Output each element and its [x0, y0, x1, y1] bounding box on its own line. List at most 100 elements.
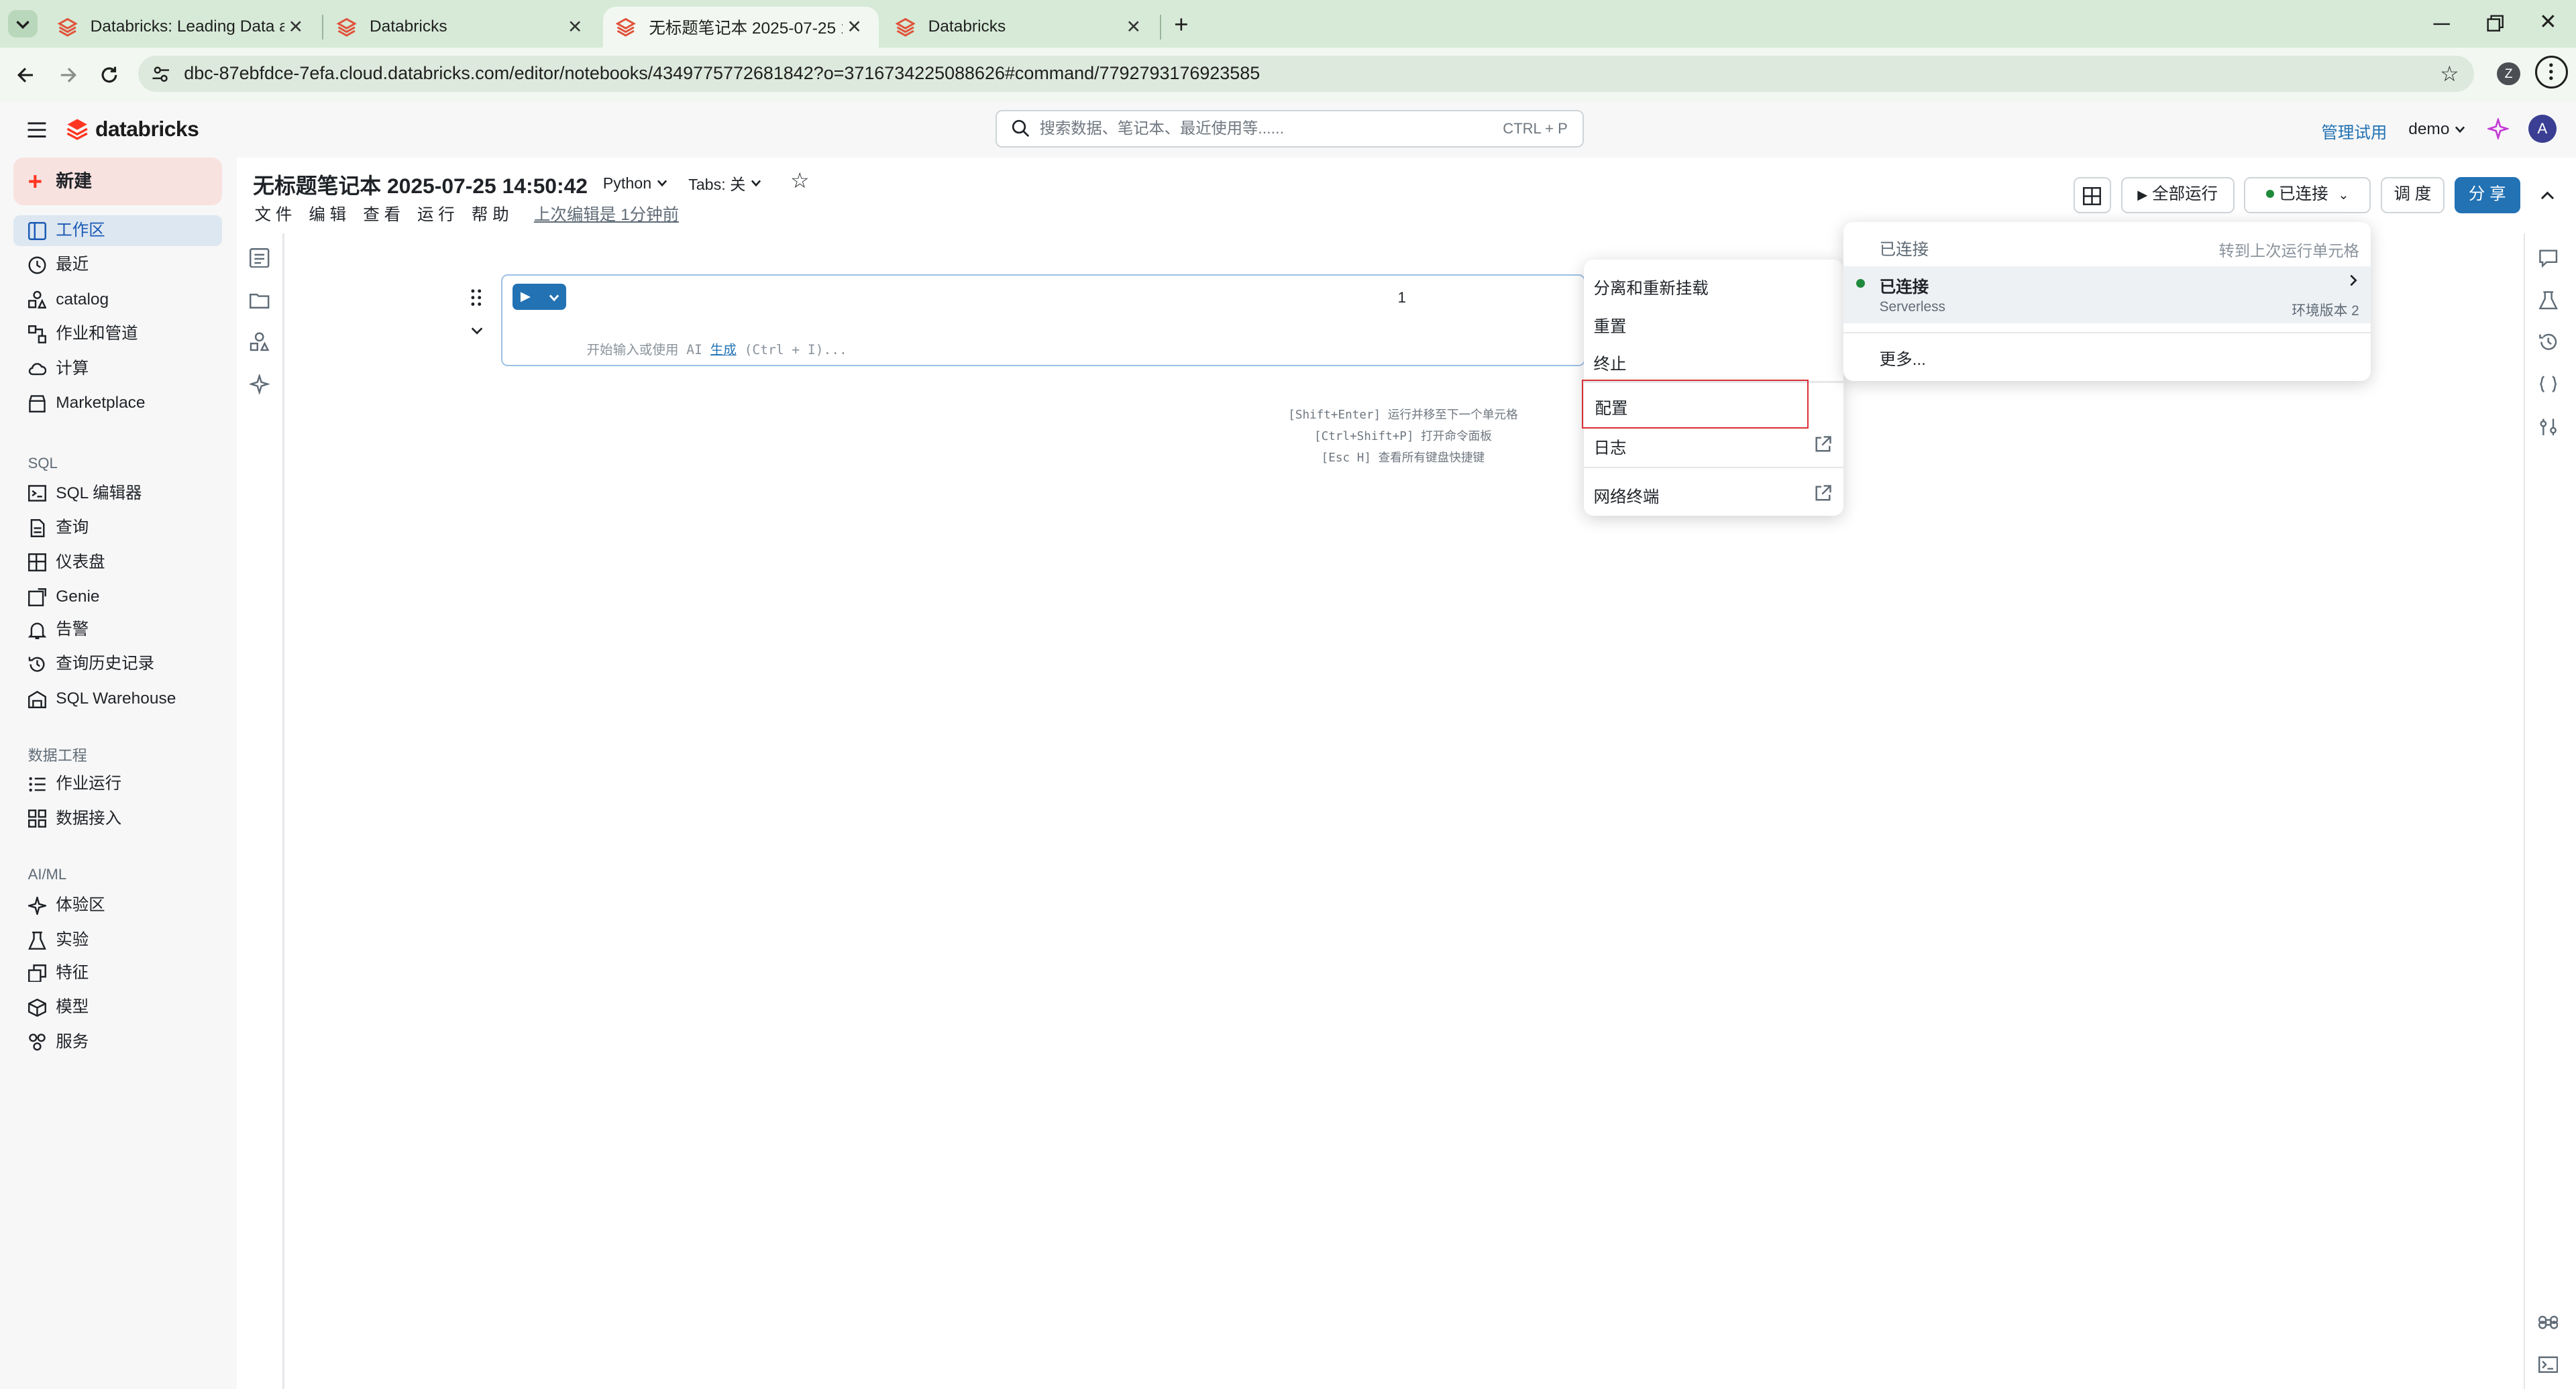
address-bar[interactable]: dbc-87ebfdce-7efa.cloud.databricks.com/e… — [138, 56, 2475, 93]
terminal-icon[interactable] — [2538, 1355, 2559, 1374]
user-avatar[interactable]: A — [2528, 115, 2557, 144]
drag-handle-icon[interactable] — [470, 288, 483, 307]
folder-icon[interactable] — [250, 290, 270, 310]
compute-connect-button[interactable]: 已连接 ⌄ — [2244, 177, 2371, 214]
sidebar-item-ml_items[interactable]: 模型 — [13, 992, 222, 1023]
sparkle-icon — [28, 897, 46, 915]
comment-icon[interactable] — [2538, 248, 2558, 268]
menu-file[interactable]: 文 件 — [255, 202, 292, 225]
compute-actions-menu: 分离和重新挂载 重置 终止 配置 日志 网络终端 — [1582, 259, 1843, 516]
cell-placeholder[interactable]: 开始输入或使用 AI 生成 (Ctrl + I)... — [555, 323, 847, 374]
admin-trial-link[interactable]: 管理试用 — [2321, 120, 2387, 144]
assistant-sparkle-icon[interactable] — [2487, 118, 2509, 140]
sidebar-item-items[interactable]: catalog — [13, 284, 222, 316]
catalog-shapes-icon[interactable] — [250, 332, 270, 351]
sidebar-item-de_items[interactable]: 数据接入 — [13, 803, 222, 835]
sidebar-item-label: 查询 — [56, 518, 89, 537]
layout-toggle-button[interactable] — [2073, 177, 2111, 214]
plus-icon[interactable]: + — [1168, 11, 1194, 38]
close-window-icon[interactable]: ✕ — [2536, 10, 2559, 33]
share-button[interactable]: 分 享 — [2454, 177, 2520, 214]
minimize-icon[interactable] — [2432, 13, 2451, 33]
menu-edit[interactable]: 编 辑 — [309, 202, 346, 225]
sidebar-item-ml_items[interactable]: 特征 — [13, 958, 222, 989]
menu-help[interactable]: 帮 助 — [472, 202, 509, 225]
sidebar-item-sql_items[interactable]: 仪表盘 — [13, 547, 222, 579]
menu-item-reset[interactable]: 重置 — [1594, 314, 1627, 337]
code-cell[interactable]: ▶ 1 开始输入或使用 AI 生成 (Ctrl + I)... — [500, 274, 1586, 367]
tabs-setting-selector[interactable]: Tabs: 关 — [684, 171, 769, 196]
back-icon[interactable] — [15, 64, 36, 86]
sidebar-item-sql_items[interactable]: 查询历史记录 — [13, 649, 222, 680]
sidebar-item-ml_items[interactable]: 体验区 — [13, 890, 222, 922]
notebook-title[interactable]: 无标题笔记本 2025-07-25 14:50:42 — [253, 169, 588, 200]
sidebar-item-ml_items[interactable]: 实验 — [13, 925, 222, 956]
environment-settings-icon[interactable] — [2538, 417, 2558, 437]
new-button[interactable]: + 新建 — [13, 158, 222, 206]
menu-item-configure[interactable]: 配置 — [1582, 379, 1809, 429]
global-search-input[interactable]: 搜索数据、笔记本、最近使用等...... CTRL + P — [996, 110, 1584, 148]
ai-generate-link[interactable]: 生成 — [710, 342, 737, 357]
assistant-icon[interactable] — [250, 374, 270, 394]
schedule-button[interactable]: 调 度 — [2380, 177, 2445, 214]
menu-item-logs[interactable]: 日志 — [1594, 435, 1627, 459]
sidebar-item-items[interactable]: 最近 — [13, 249, 222, 281]
more-compute-item[interactable]: 更多... — [1880, 347, 1926, 370]
site-info-icon[interactable] — [151, 64, 170, 84]
star-icon[interactable]: ☆ — [2438, 62, 2461, 85]
run-cell-button[interactable]: ▶ — [512, 284, 567, 311]
forward-icon[interactable] — [58, 64, 79, 86]
browser-tab-1[interactable]: Databricks: Leading Data and ✕ — [44, 7, 320, 48]
restore-icon[interactable] — [2485, 13, 2505, 33]
sidebar-item-items[interactable]: Marketplace — [13, 388, 222, 419]
variables-icon[interactable] — [2538, 374, 2558, 394]
sidebar-item-items[interactable]: 工作区 — [13, 215, 222, 247]
close-icon[interactable]: ✕ — [843, 17, 865, 38]
menu-view[interactable]: 查 看 — [363, 202, 400, 225]
profile-avatar[interactable]: Z — [2497, 62, 2520, 86]
favorite-star-icon[interactable]: ☆ — [790, 169, 810, 192]
tab-search-icon[interactable] — [8, 9, 38, 38]
sidebar-item-label: 模型 — [56, 998, 89, 1017]
last-edit-link[interactable]: 上次编辑是 1分钟前 — [534, 202, 679, 225]
table-of-contents-icon[interactable] — [250, 247, 270, 268]
menu-item-web-terminal[interactable]: 网络终端 — [1594, 484, 1660, 508]
connected-compute-item[interactable]: 已连接 Serverless 环境版本 2 — [1843, 266, 2371, 324]
browser-tab-3-active[interactable]: 无标题笔记本 2025-07-25 14:5 ✕ — [602, 6, 879, 48]
command-key-icon[interactable] — [2538, 1313, 2559, 1332]
sidebar-item-items[interactable]: 计算 — [13, 353, 222, 385]
kebab-menu-icon[interactable] — [2534, 56, 2568, 89]
close-icon[interactable]: ✕ — [564, 17, 586, 38]
sidebar-item-sql_items[interactable]: SQL Warehouse — [13, 683, 222, 715]
experiment-flask-icon[interactable] — [2538, 290, 2558, 310]
browser-tab-2[interactable]: Databricks ✕ — [323, 7, 599, 48]
menu-item-terminate[interactable]: 终止 — [1594, 351, 1627, 375]
reload-icon[interactable] — [99, 64, 120, 86]
serving-icon — [28, 1034, 46, 1051]
databricks-logo[interactable]: databricks — [66, 117, 199, 142]
sidebar-item-sql_items[interactable]: Genie — [13, 581, 222, 613]
menu-run[interactable]: 运 行 — [417, 202, 455, 225]
play-icon: ▶ — [2137, 188, 2148, 203]
collapse-header-icon[interactable] — [2538, 187, 2557, 205]
browser-tab-4[interactable]: Databricks ✕ — [882, 7, 1158, 48]
run-all-button[interactable]: ▶ 全部运行 — [2121, 177, 2235, 214]
sidebar-item-items[interactable]: 作业和管道 — [13, 319, 222, 350]
databricks-favicon-icon — [616, 17, 636, 37]
chevron-down-icon — [657, 180, 667, 187]
language-selector[interactable]: Python — [598, 171, 674, 196]
hamburger-icon[interactable] — [26, 120, 48, 140]
sidebar-item-sql_items[interactable]: 告警 — [13, 614, 222, 646]
collapse-cell-icon[interactable] — [470, 323, 484, 338]
menu-item-detach-reattach[interactable]: 分离和重新挂载 — [1594, 276, 1709, 299]
sidebar-item-ml_items[interactable]: 服务 — [13, 1027, 222, 1058]
workspace-switcher[interactable]: demo — [2408, 120, 2467, 139]
sidebar-item-de_items[interactable]: 作业运行 — [13, 769, 222, 800]
sidebar-item-sql_items[interactable]: 查询 — [13, 512, 222, 544]
chevron-right-icon — [2350, 274, 2357, 286]
close-icon[interactable]: ✕ — [1122, 17, 1145, 38]
goto-last-run-cell[interactable]: 转到上次运行单元格 — [2218, 238, 2359, 261]
close-icon[interactable]: ✕ — [284, 17, 307, 38]
history-icon[interactable] — [2538, 332, 2558, 351]
sidebar-item-sql_items[interactable]: SQL 编辑器 — [13, 478, 222, 510]
